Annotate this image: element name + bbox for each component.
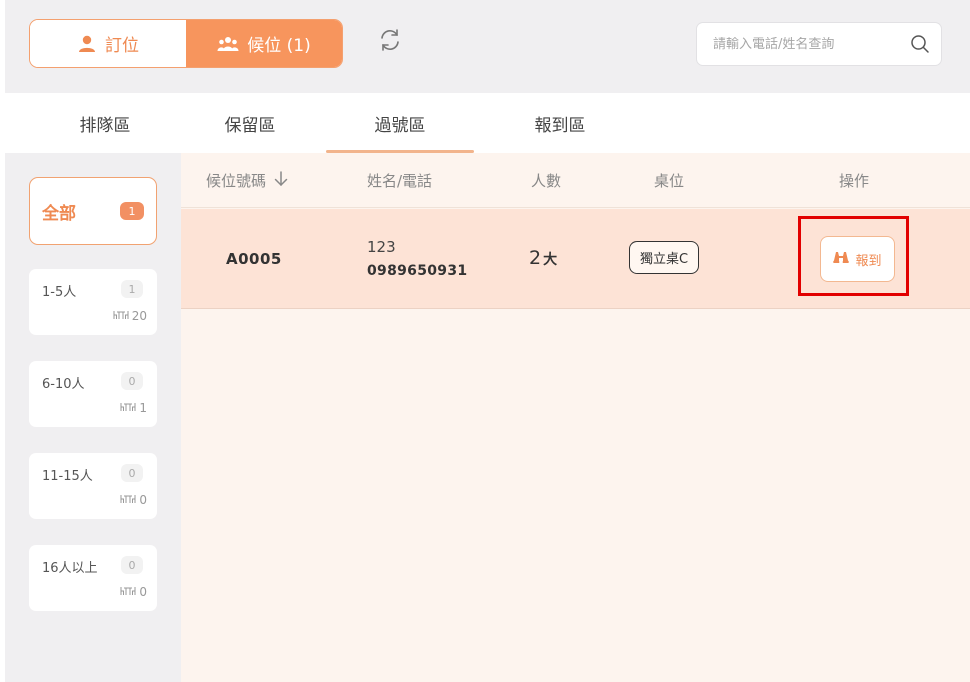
check-in-button[interactable]: 報到 bbox=[820, 236, 895, 282]
waitlist-tab-button[interactable]: 候位 (1) bbox=[186, 20, 342, 67]
table-header: 候位號碼 姓名/電話 人數 桌位 操作 bbox=[181, 153, 970, 208]
mode-toggle: 訂位 候位 (1) bbox=[29, 19, 343, 68]
reserve-label: 訂位 bbox=[105, 36, 139, 56]
tab-checked-in[interactable]: 報到區 bbox=[485, 93, 635, 153]
group-tables: 0 bbox=[120, 585, 147, 599]
group-tables: 0 bbox=[120, 493, 147, 507]
zone-tabs: 排隊區 保留區 過號區 報到區 bbox=[5, 93, 970, 153]
group-count-badge: 0 bbox=[121, 464, 143, 482]
person-icon bbox=[77, 34, 97, 54]
tab-label: 報到區 bbox=[534, 115, 586, 136]
column-header-table: 桌位 bbox=[654, 153, 684, 208]
group-count-badge: 0 bbox=[121, 556, 143, 574]
column-header-label: 桌位 bbox=[654, 172, 685, 190]
refresh-icon bbox=[377, 27, 403, 57]
tab-queue[interactable]: 排隊區 bbox=[30, 93, 180, 153]
table-icon bbox=[120, 401, 136, 415]
waitlist-table: 候位號碼 姓名/電話 人數 桌位 操作 A0005 123 0989650931… bbox=[181, 153, 970, 682]
table-icon bbox=[113, 309, 129, 323]
guest-name: 123 bbox=[367, 238, 396, 256]
group-table-count: 20 bbox=[131, 309, 147, 323]
group-icon bbox=[217, 35, 239, 53]
filter-group-6-10[interactable]: 6-10人 0 1 bbox=[29, 361, 157, 427]
top-bar: 訂位 候位 (1) bbox=[5, 0, 970, 93]
group-count-badge: 0 bbox=[121, 372, 143, 390]
group-label: 16人以上 bbox=[42, 561, 98, 576]
column-header-label: 候位號碼 bbox=[206, 172, 267, 190]
column-header-label: 操作 bbox=[839, 172, 870, 190]
guest-phone: 0989650931 bbox=[367, 263, 468, 279]
group-label: 11-15人 bbox=[42, 469, 93, 484]
search-box bbox=[696, 22, 942, 66]
search-input[interactable] bbox=[713, 36, 909, 52]
filter-group-1-5[interactable]: 1-5人 1 20 bbox=[29, 269, 157, 335]
app-frame: 訂位 候位 (1) 排隊區 保留區 過號區 報到區 bbox=[5, 0, 970, 682]
party-size-unit: 大 bbox=[543, 252, 558, 268]
column-header-code[interactable]: 候位號碼 bbox=[206, 153, 288, 208]
table-icon bbox=[120, 585, 136, 599]
tab-label: 排隊區 bbox=[79, 115, 131, 136]
table-assignment-tag[interactable]: 獨立桌C bbox=[629, 241, 700, 274]
party-size: 2大 bbox=[529, 247, 557, 269]
table-icon bbox=[120, 493, 136, 507]
search-icon[interactable] bbox=[909, 33, 931, 55]
group-tables: 1 bbox=[120, 401, 147, 415]
column-header-action: 操作 bbox=[839, 153, 869, 208]
waitlist-label: 候位 (1) bbox=[247, 36, 311, 56]
column-header-people: 人數 bbox=[531, 153, 561, 208]
column-header-name-phone: 姓名/電話 bbox=[367, 153, 432, 208]
binoculars-icon bbox=[833, 251, 850, 267]
group-label: 6-10人 bbox=[42, 377, 85, 392]
tab-label: 過號區 bbox=[374, 115, 426, 136]
filter-group-16-plus[interactable]: 16人以上 0 0 bbox=[29, 545, 157, 611]
group-table-count: 0 bbox=[139, 585, 147, 599]
check-in-label: 報到 bbox=[855, 253, 882, 269]
filter-all-button[interactable]: 全部 1 bbox=[29, 177, 157, 245]
group-table-count: 0 bbox=[139, 493, 147, 507]
party-size-sidebar: 全部 1 1-5人 1 20 6-10人 0 1 11-15人 0 0 16人以… bbox=[5, 153, 181, 682]
waitlist-code: A0005 bbox=[226, 250, 282, 268]
filter-all-count-badge: 1 bbox=[120, 202, 144, 220]
tab-reserved[interactable]: 保留區 bbox=[175, 93, 325, 153]
refresh-button[interactable] bbox=[375, 27, 405, 57]
group-table-count: 1 bbox=[139, 401, 147, 415]
filter-group-11-15[interactable]: 11-15人 0 0 bbox=[29, 453, 157, 519]
group-count-badge: 1 bbox=[121, 280, 143, 298]
sort-down-arrow-icon bbox=[274, 170, 288, 191]
party-size-count: 2 bbox=[529, 247, 542, 269]
column-header-label: 姓名/電話 bbox=[367, 172, 433, 190]
tab-label: 保留區 bbox=[224, 115, 276, 136]
table-row[interactable]: A0005 123 0989650931 2大 獨立桌C 報到 bbox=[181, 209, 970, 309]
tab-missed[interactable]: 過號區 bbox=[326, 93, 474, 153]
column-header-label: 人數 bbox=[531, 172, 562, 190]
group-label: 1-5人 bbox=[42, 285, 77, 300]
group-tables: 20 bbox=[113, 309, 147, 323]
filter-all-label: 全部 bbox=[42, 203, 76, 224]
reserve-tab-button[interactable]: 訂位 bbox=[30, 20, 186, 67]
